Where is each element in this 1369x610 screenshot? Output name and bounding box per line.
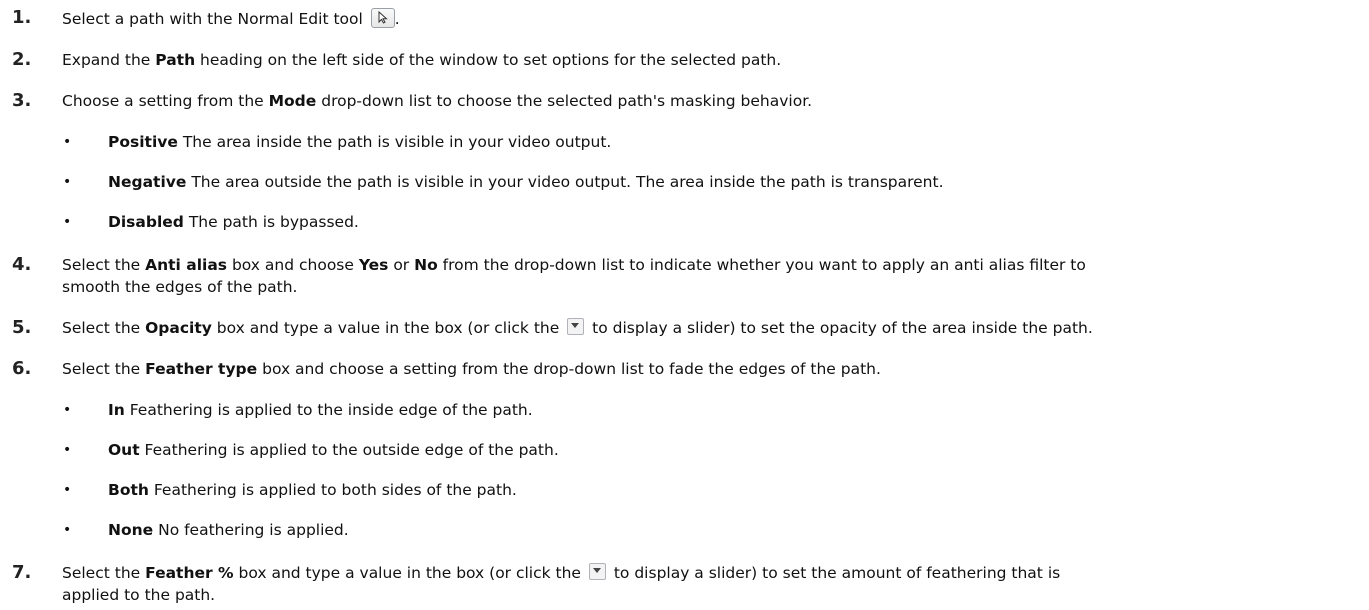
step-number: 1.: [12, 7, 32, 28]
term-anti-alias: Anti alias: [145, 256, 228, 274]
dropdown-arrow-icon: [567, 318, 585, 335]
step-number: 3.: [12, 90, 32, 111]
dropdown-arrow-icon: [588, 563, 606, 580]
normal-edit-tool-icon: [370, 8, 395, 28]
step-number: 6.: [12, 358, 32, 379]
term-feather-type: Feather type: [145, 360, 258, 378]
step-text: Select a path with the Normal Edit tool: [62, 10, 363, 28]
step-number: 2.: [12, 49, 32, 70]
step-number: 5.: [12, 317, 32, 338]
term-path: Path: [155, 51, 196, 69]
step-number: 4.: [12, 254, 32, 275]
term-feather-percent: Feather %: [145, 564, 234, 582]
term-mode: Mode: [268, 92, 317, 110]
step-number: 7.: [12, 562, 32, 583]
instructions-document: 1. Select a path with the Normal Edit to…: [12, 7, 1093, 605]
term-opacity: Opacity: [145, 319, 212, 337]
